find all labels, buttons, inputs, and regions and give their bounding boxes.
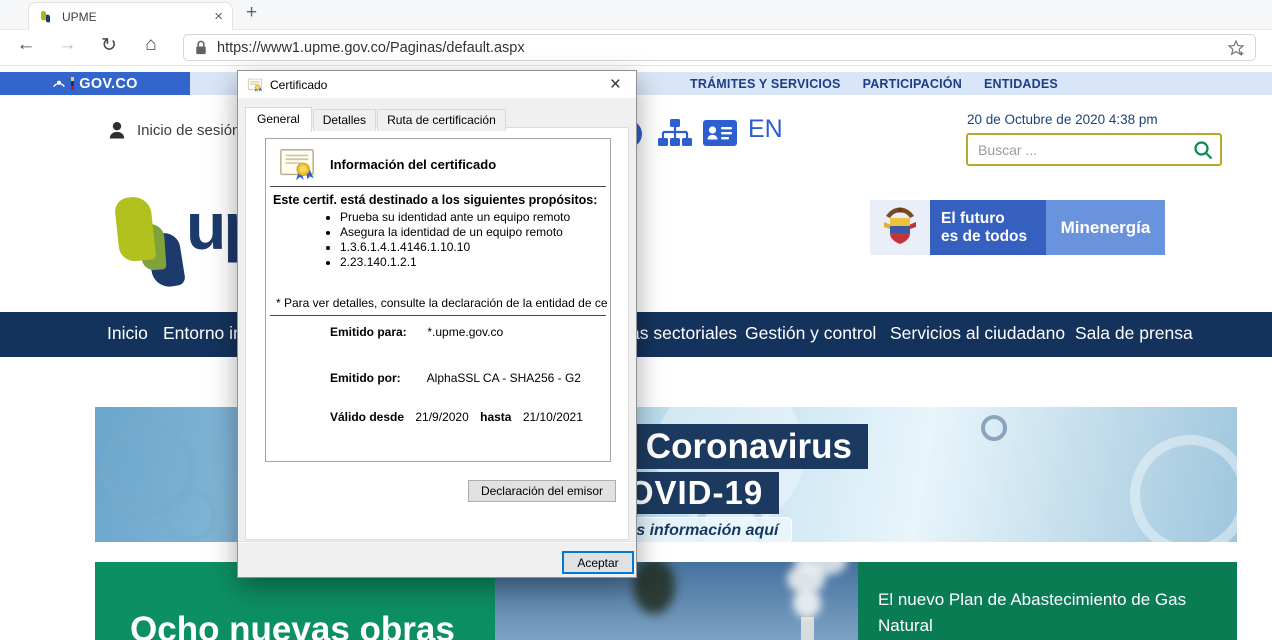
issuer-statement-button[interactable]: Declaración del emisor [468, 480, 616, 502]
address-bar[interactable]: https://www1.upme.gov.co/Paginas/default… [183, 34, 1256, 61]
purpose-heading: Este certif. está destinado a los siguie… [273, 193, 597, 207]
valid-to-value: 21/10/2021 [523, 410, 583, 424]
slogan-line2: es de todos [941, 228, 1046, 246]
virus-shape [163, 489, 217, 542]
govco-brand[interactable]: GOV.CO [0, 72, 190, 95]
valid-from-value: 21/9/2020 [415, 410, 468, 424]
sitemap-icon[interactable] [658, 119, 692, 149]
tab-title: UPME [62, 10, 214, 24]
ministry-badge[interactable]: El futuro es de todos Minenergía [870, 200, 1165, 255]
dialog-footer-divider [238, 541, 636, 543]
url-text: https://www1.upme.gov.co/Paginas/default… [217, 40, 1227, 56]
back-icon[interactable]: ← [13, 34, 39, 56]
govco-link-tramites[interactable]: TRÁMITES Y SERVICIOS [690, 77, 841, 91]
home-icon[interactable]: ⌂ [138, 34, 164, 56]
purpose-item: 1.3.6.1.4.1.4146.1.10.10 [340, 240, 570, 255]
browser-window: UPME × + ← → ↻ ⌂ https://www1.upme.gov.c… [0, 0, 1272, 640]
govco-emblem-icon [52, 78, 66, 90]
purpose-list: Prueba su identidad ante un equipo remot… [340, 210, 570, 270]
colombia-coat-of-arms-icon [870, 200, 930, 255]
slogan-box: El futuro es de todos [930, 200, 1046, 255]
browser-tab[interactable]: UPME × [28, 2, 233, 30]
upme-logo-leaf-yellow [114, 195, 156, 262]
forward-icon[interactable]: → [54, 34, 80, 56]
nav-inicio[interactable]: Inicio [107, 323, 148, 344]
purpose-item: Asegura la identidad de un equipo remoto [340, 225, 570, 240]
search-box [966, 133, 1222, 166]
browser-toolbar: ← → ↻ ⌂ https://www1.upme.gov.co/Paginas… [0, 30, 1272, 66]
language-toggle[interactable]: EN [748, 115, 783, 144]
upme-favicon [38, 9, 54, 25]
tab-detalles[interactable]: Detalles [313, 109, 376, 131]
photo-dark-foreground [633, 562, 675, 614]
news-card-right[interactable]: El nuevo Plan de Abastecimiento de Gas N… [858, 562, 1237, 640]
issued-to-value: *.upme.gov.co [427, 325, 503, 339]
tab-general[interactable]: General [245, 107, 312, 132]
divider [270, 186, 606, 187]
search-input[interactable] [966, 133, 1222, 166]
certificate-dialog: Certificado × General Detalles Ruta de c… [237, 70, 637, 578]
info-title: Información del certificado [330, 157, 496, 172]
issued-by-value: AlphaSSL CA - SHA256 - G2 [427, 371, 581, 385]
news-text-line1: El nuevo Plan de Abastecimiento de Gas N… [878, 587, 1237, 639]
login-link[interactable]: Inicio de sesión [108, 121, 240, 139]
dialog-tabs: General Detalles Ruta de certificación [245, 106, 507, 131]
tab-close-icon[interactable]: × [214, 8, 223, 25]
divider [270, 315, 606, 316]
ok-button[interactable]: Aceptar [562, 551, 634, 574]
certificate-large-icon [278, 145, 316, 183]
search-icon[interactable] [1193, 140, 1213, 160]
ministry-label[interactable]: Minenergía [1046, 200, 1165, 255]
details-note: * Para ver detalles, consulte la declara… [276, 296, 608, 310]
new-tab-button[interactable]: + [246, 2, 257, 24]
dialog-close-icon[interactable]: × [604, 75, 627, 94]
datetime-label: 20 de Octubre de 2020 4:38 pm [967, 112, 1158, 127]
govco-label: GOV.CO [79, 76, 137, 92]
virus-shape [1130, 435, 1237, 542]
dialog-titlebar[interactable]: Certificado × [238, 71, 636, 98]
govco-link-entidades[interactable]: ENTIDADES [984, 77, 1058, 91]
lock-icon [194, 39, 208, 56]
issued-by-label: Emitido por: [330, 371, 424, 385]
tricolor-bar [71, 77, 74, 90]
virus-shape [981, 415, 1007, 441]
contact-card-icon[interactable] [703, 120, 737, 146]
refresh-icon[interactable]: ↻ [96, 34, 122, 57]
certificate-info-box: Información del certificado Este certif.… [265, 138, 611, 462]
certificate-icon [247, 77, 263, 93]
tab-strip: UPME × + [0, 0, 1272, 30]
nav-sala-de-prensa[interactable]: Sala de prensa [1075, 323, 1193, 344]
news-headline: Ocho nuevas obras [130, 610, 455, 640]
govco-links: TRÁMITES Y SERVICIOS PARTICIPACIÓN ENTID… [690, 72, 1058, 95]
favorites-star-icon[interactable] [1227, 39, 1245, 57]
login-label: Inicio de sesión [137, 122, 240, 139]
valid-from-label: Válido desde [330, 410, 404, 424]
dialog-title: Certificado [270, 78, 604, 92]
nav-gestion-y-control[interactable]: Gestión y control [745, 323, 876, 344]
issued-to-label: Emitido para: [330, 325, 424, 339]
valid-to-label: hasta [480, 410, 511, 424]
govco-link-participacion[interactable]: PARTICIPACIÓN [863, 77, 962, 91]
user-icon [108, 121, 126, 139]
tab-ruta-certificacion[interactable]: Ruta de certificación [377, 109, 506, 131]
slogan-line1: El futuro [941, 210, 1046, 228]
purpose-item: Prueba su identidad ante un equipo remot… [340, 210, 570, 225]
nav-servicios-al-ciudadano[interactable]: Servicios al ciudadano [890, 323, 1065, 344]
purpose-item: 2.23.140.1.2.1 [340, 255, 570, 270]
dialog-tab-page: Información del certificado Este certif.… [245, 127, 629, 540]
